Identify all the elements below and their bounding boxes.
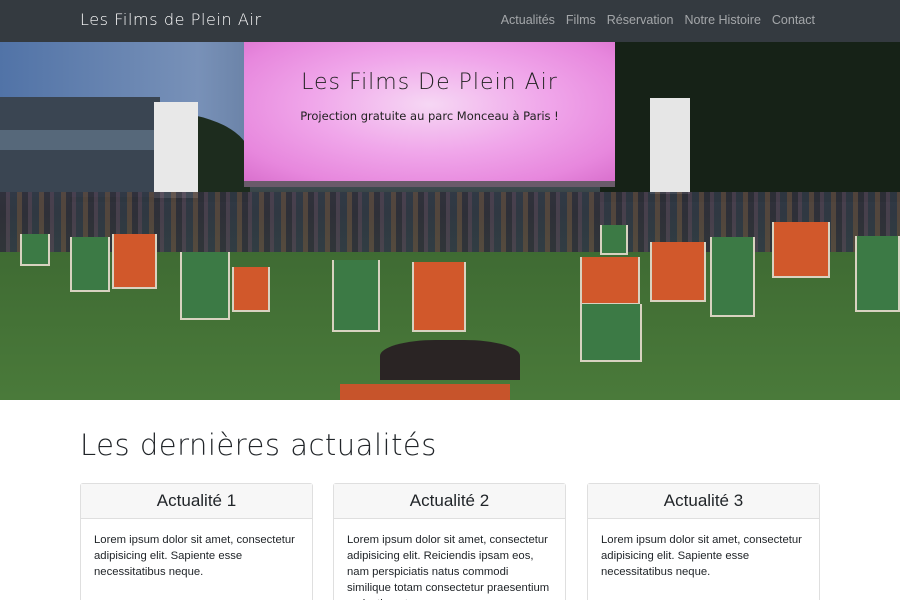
nav-link-notre-histoire[interactable]: Notre Histoire xyxy=(684,13,760,27)
deck-chair xyxy=(600,225,628,255)
deck-chair xyxy=(232,267,270,312)
hero-banner: Les Films De Plein Air Projection gratui… xyxy=(0,42,900,400)
hero-trees-right xyxy=(600,42,900,202)
deck-chair xyxy=(180,252,230,320)
news-card-title: Actualité 3 xyxy=(588,484,819,519)
deck-chair xyxy=(412,262,466,332)
navbar: Les Films de Plein Air Actualités Films … xyxy=(0,0,900,42)
hero-speaker-right xyxy=(650,98,690,194)
hero-title: Les Films De Plein Air xyxy=(301,70,558,95)
news-card-text: Lorem ipsum dolor sit amet, consectetur … xyxy=(347,534,550,600)
nav-link-actualites[interactable]: Actualités xyxy=(501,13,555,27)
deck-chair xyxy=(112,234,157,289)
hero-spectators-foreground xyxy=(380,340,520,380)
news-card-text: Lorem ipsum dolor sit amet, consectetur … xyxy=(601,534,802,578)
deck-chair xyxy=(855,236,900,312)
nav-link-contact[interactable]: Contact xyxy=(772,13,815,27)
deck-chair xyxy=(772,222,830,278)
news-card-title: Actualité 1 xyxy=(81,484,312,519)
news-card: Actualité 2 Lorem ipsum dolor sit amet, … xyxy=(333,483,566,600)
deck-chair xyxy=(332,260,380,332)
deck-chair xyxy=(580,304,642,362)
section-title-news: Les dernières actualités xyxy=(80,428,437,462)
deck-chair xyxy=(70,237,110,292)
news-card: Actualité 1 Lorem ipsum dolor sit amet, … xyxy=(80,483,313,600)
brand-link[interactable]: Les Films de Plein Air xyxy=(80,10,262,29)
hero-hall-roof xyxy=(0,130,160,150)
news-card-title: Actualité 2 xyxy=(334,484,565,519)
hero-foreground-chair xyxy=(340,384,510,400)
nav-link-reservation[interactable]: Réservation xyxy=(607,13,674,27)
deck-chair xyxy=(20,234,50,266)
hero-subtitle: Projection gratuite au parc Monceau à Pa… xyxy=(300,109,559,123)
news-card: Actualité 3 Lorem ipsum dolor sit amet, … xyxy=(587,483,820,600)
nav-links: Actualités Films Réservation Notre Histo… xyxy=(490,13,815,27)
nav-link-films[interactable]: Films xyxy=(566,13,596,27)
news-card-text: Lorem ipsum dolor sit amet, consectetur … xyxy=(94,534,295,578)
deck-chair xyxy=(580,257,640,305)
deck-chair xyxy=(650,242,706,302)
deck-chair xyxy=(710,237,755,317)
hero-speaker-left xyxy=(154,102,198,198)
